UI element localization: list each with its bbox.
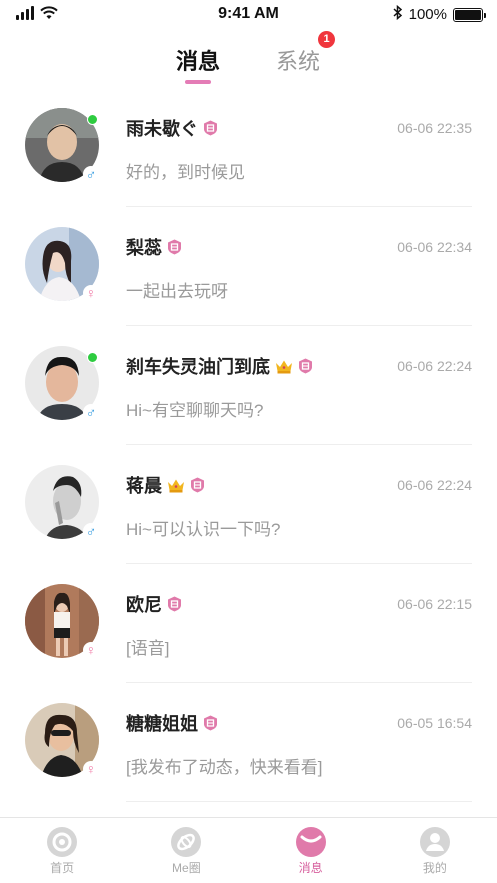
- message-item[interactable]: ♂ 雨未歇ぐ 06-06 22:35 好的，到时候见: [0, 88, 497, 207]
- crown-icon: [276, 360, 292, 373]
- online-indicator: [87, 114, 98, 125]
- messages-icon: [295, 827, 326, 857]
- message-time: 06-06 22:15: [397, 596, 472, 612]
- contact-name: 蒋晨: [126, 476, 162, 496]
- verified-badge-icon: [191, 477, 204, 493]
- gender-male-icon: ♂: [83, 404, 99, 420]
- contact-name: 雨未歇ぐ: [126, 119, 198, 139]
- nav-home-label: 首页: [50, 861, 75, 875]
- message-preview: 好的，到时候见: [126, 163, 245, 182]
- profile-icon: [419, 827, 450, 857]
- message-preview: [语音]: [126, 639, 170, 658]
- message-item[interactable]: ♀ 糖糖姐姐 06-05 16:54 [我发布了动态，快来看看]: [0, 683, 497, 802]
- crown-icon: [168, 479, 184, 492]
- gender-female-icon: ♀: [83, 642, 99, 658]
- top-tabs: 消息 系统 1: [0, 31, 497, 90]
- contact-name: 糖糖姐姐: [126, 714, 198, 734]
- bottom-nav: 首页 Me圈 消息 我的: [0, 817, 497, 883]
- gender-female-icon: ♀: [83, 285, 99, 301]
- moments-icon: [171, 827, 202, 857]
- message-list: ♂ 雨未歇ぐ 06-06 22:35 好的，到时候见 ♀ 梨蕊 06-06 22…: [0, 88, 497, 802]
- message-preview: 一起出去玩呀: [126, 282, 228, 301]
- nav-moments[interactable]: Me圈: [124, 818, 248, 883]
- tab-active-indicator: [185, 80, 211, 84]
- verified-badge-icon: [204, 120, 217, 136]
- divider: [126, 801, 472, 802]
- gender-male-icon: ♂: [83, 166, 99, 182]
- bluetooth-icon: [393, 4, 403, 24]
- nav-home[interactable]: 首页: [0, 818, 124, 883]
- verified-badge-icon: [204, 715, 217, 731]
- message-item[interactable]: ♂ 蒋晨 06-06 22:24 Hi~可以认识一下吗?: [0, 445, 497, 564]
- message-time: 06-06 22:24: [397, 358, 472, 374]
- message-preview: Hi~可以认识一下吗?: [126, 520, 281, 539]
- battery-icon: [453, 7, 486, 22]
- message-preview: [我发布了动态，快来看看]: [126, 758, 323, 777]
- nav-messages[interactable]: 消息: [249, 818, 373, 883]
- gender-male-icon: ♂: [83, 523, 99, 539]
- contact-name: 刹车失灵油门到底: [126, 357, 270, 377]
- message-time: 06-06 22:24: [397, 477, 472, 493]
- message-item[interactable]: ♂ 刹车失灵油门到底 06-06 22:24 Hi~有空聊聊天吗?: [0, 326, 497, 445]
- tab-messages[interactable]: 消息: [176, 44, 220, 76]
- message-time: 06-06 22:35: [397, 120, 472, 136]
- nav-messages-label: 消息: [298, 861, 323, 875]
- status-bar: 9:41 AM 100%: [0, 0, 497, 30]
- system-badge: 1: [318, 31, 335, 48]
- nav-profile-label: 我的: [422, 861, 447, 875]
- contact-name: 梨蕊: [126, 238, 162, 258]
- home-icon: [47, 827, 78, 857]
- nav-profile[interactable]: 我的: [373, 818, 497, 883]
- message-time: 06-05 16:54: [397, 715, 472, 731]
- online-indicator: [87, 352, 98, 363]
- verified-badge-icon: [299, 358, 312, 374]
- gender-female-icon: ♀: [83, 761, 99, 777]
- battery-percent: 100%: [408, 6, 447, 23]
- message-time: 06-06 22:34: [397, 239, 472, 255]
- verified-badge-icon: [168, 239, 181, 255]
- tab-system[interactable]: 系统: [276, 44, 320, 76]
- message-preview: Hi~有空聊聊天吗?: [126, 401, 264, 420]
- message-item[interactable]: ♀ 梨蕊 06-06 22:34 一起出去玩呀: [0, 207, 497, 326]
- message-item[interactable]: ♀ 欧尼 06-06 22:15 [语音]: [0, 564, 497, 683]
- verified-badge-icon: [168, 596, 181, 612]
- nav-moments-label: Me圈: [172, 861, 201, 875]
- contact-name: 欧尼: [126, 595, 162, 615]
